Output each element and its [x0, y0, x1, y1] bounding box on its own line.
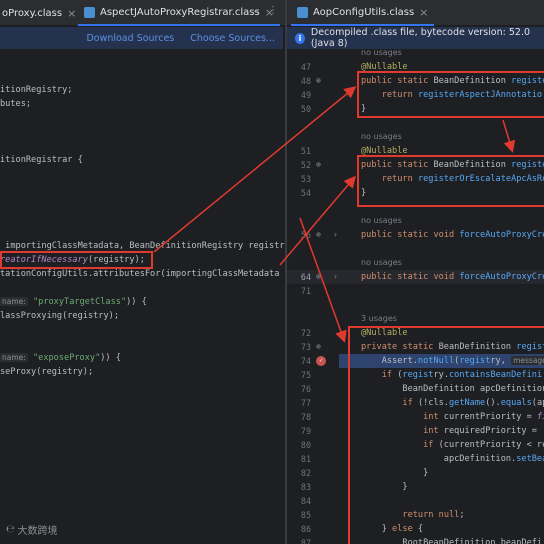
watermark-text: 大数跨境 [17, 526, 58, 537]
arrow-to-method-1 [153, 86, 357, 253]
arrow-to-method-2 [279, 175, 356, 266]
arrow-down-to-method-2 [502, 119, 516, 153]
watermark: ℮ 大数跨境 [6, 522, 58, 537]
arrow-to-method-3 [299, 217, 347, 343]
logo-icon: ℮ [6, 524, 15, 535]
annotation-arrows [153, 86, 516, 343]
